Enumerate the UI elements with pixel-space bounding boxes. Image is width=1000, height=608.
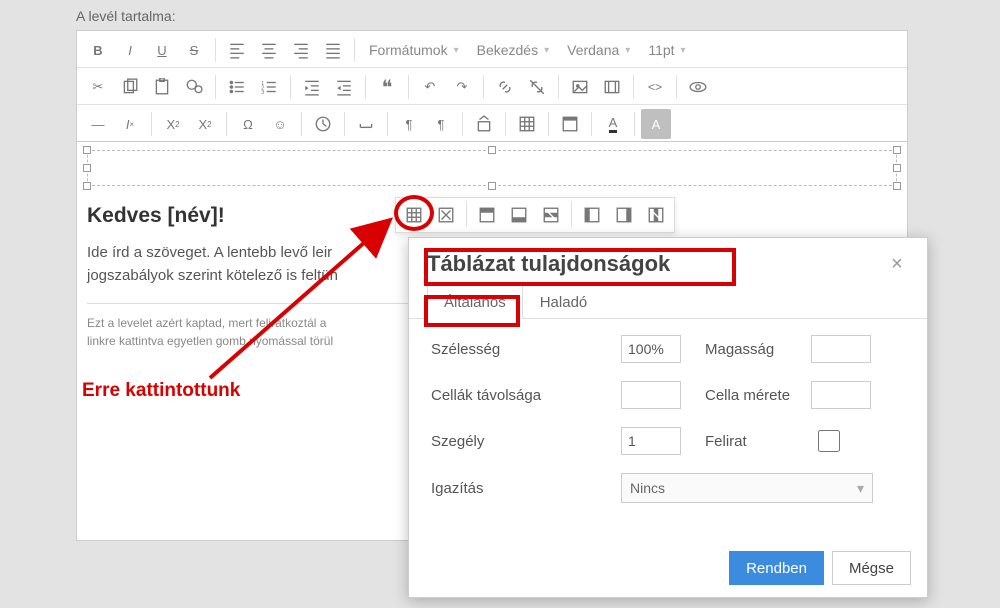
hr-button[interactable]: —: [83, 109, 113, 139]
italic-button[interactable]: I: [115, 35, 145, 65]
dialog-title: Táblázat tulajdonságok: [427, 251, 670, 277]
paragraph-label: Bekezdés: [477, 42, 538, 58]
cellpadding-input[interactable]: [811, 381, 871, 409]
resize-handle[interactable]: [83, 182, 91, 190]
subscript-button[interactable]: X2: [158, 109, 188, 139]
redo-button[interactable]: ↷: [447, 72, 477, 102]
undo-button[interactable]: ↶: [415, 72, 445, 102]
find-button[interactable]: [179, 72, 209, 102]
close-icon: ×: [891, 253, 903, 276]
formats-label: Formátumok: [369, 42, 448, 58]
bgcolor-button[interactable]: A: [641, 109, 671, 139]
height-label: Magasság: [681, 341, 811, 358]
tab-general[interactable]: Általános: [427, 285, 523, 319]
unlink-button[interactable]: [522, 72, 552, 102]
caret-icon: ▾: [857, 480, 864, 497]
copy-button[interactable]: [115, 72, 145, 102]
cellspacing-input[interactable]: [621, 381, 681, 409]
outdent-button[interactable]: [297, 72, 327, 102]
align-left-button[interactable]: [222, 35, 252, 65]
clearformat-button[interactable]: I×: [115, 109, 145, 139]
caret-icon: ▾: [454, 45, 459, 56]
resize-handle[interactable]: [893, 182, 901, 190]
formats-menu[interactable]: Formátumok ▾: [361, 35, 467, 65]
align-center-button[interactable]: [254, 35, 284, 65]
caret-icon: ▾: [625, 45, 630, 56]
nbsp-button[interactable]: [351, 109, 381, 139]
image-button[interactable]: [565, 72, 595, 102]
underline-button[interactable]: U: [147, 35, 177, 65]
preview-button[interactable]: [683, 72, 713, 102]
insert-col-before-button[interactable]: [577, 201, 607, 229]
svg-text:3: 3: [261, 90, 264, 96]
media-button[interactable]: [597, 72, 627, 102]
delete-table-button[interactable]: [431, 201, 461, 229]
datetime-button[interactable]: [308, 109, 338, 139]
fontsize-label: 11pt: [648, 42, 674, 58]
rtl-button[interactable]: ¶: [426, 109, 456, 139]
resize-handle[interactable]: [893, 164, 901, 172]
align-right-button[interactable]: [286, 35, 316, 65]
insert-row-before-button[interactable]: [472, 201, 502, 229]
align-justify-button[interactable]: [318, 35, 348, 65]
align-select[interactable]: Nincs ▾: [621, 473, 873, 503]
resize-handle[interactable]: [83, 164, 91, 172]
resize-handle[interactable]: [488, 182, 496, 190]
toolbar-row-3: — I× X2 X2 Ω ☺ ¶ ¶ A A: [77, 105, 907, 142]
link-button[interactable]: [490, 72, 520, 102]
page-label: A levél tartalma:: [76, 8, 1000, 24]
strike-button[interactable]: S: [179, 35, 209, 65]
caption-checkbox[interactable]: [815, 430, 843, 452]
dialog-close-button[interactable]: ×: [883, 250, 911, 278]
delete-col-button[interactable]: [641, 201, 671, 229]
cancel-button[interactable]: Mégse: [832, 551, 911, 585]
tab-advanced[interactable]: Haladó: [523, 285, 605, 319]
font-label: Verdana: [567, 42, 619, 58]
insert-row-after-button[interactable]: [504, 201, 534, 229]
cellpadding-label: Cella mérete: [681, 387, 811, 404]
align-label: Igazítás: [431, 480, 621, 497]
specialchar-button[interactable]: Ω: [233, 109, 263, 139]
bold-button[interactable]: B: [83, 35, 113, 65]
insert-col-after-button[interactable]: [609, 201, 639, 229]
caret-icon: ▾: [544, 45, 549, 56]
template-button[interactable]: [555, 109, 585, 139]
bullet-list-button[interactable]: [222, 72, 252, 102]
height-input[interactable]: [811, 335, 871, 363]
caption-label: Felirat: [681, 433, 811, 450]
font-menu[interactable]: Verdana ▾: [559, 35, 638, 65]
table-context-toolbar: [395, 197, 675, 233]
border-input[interactable]: [621, 427, 681, 455]
table-properties-button[interactable]: [399, 201, 429, 229]
resize-handle[interactable]: [893, 146, 901, 154]
code-button[interactable]: <>: [640, 72, 670, 102]
selected-table[interactable]: [87, 150, 897, 186]
resize-handle[interactable]: [488, 146, 496, 154]
toolbar-row-2: ✂ 123 ❝ ↶ ↷ <>: [77, 68, 907, 105]
caret-icon: ▾: [681, 45, 686, 56]
textcolor-button[interactable]: A: [598, 109, 628, 139]
indent-button[interactable]: [329, 72, 359, 102]
table-button[interactable]: [512, 109, 542, 139]
superscript-button[interactable]: X2: [190, 109, 220, 139]
ok-button[interactable]: Rendben: [729, 551, 824, 585]
width-label: Szélesség: [431, 341, 621, 358]
border-label: Szegély: [431, 433, 621, 450]
paragraph-menu[interactable]: Bekezdés ▾: [469, 35, 558, 65]
emoji-button[interactable]: ☺: [265, 109, 295, 139]
ltr-button[interactable]: ¶: [394, 109, 424, 139]
number-list-button[interactable]: 123: [254, 72, 284, 102]
cut-button[interactable]: ✂: [83, 72, 113, 102]
anchor-button[interactable]: [469, 109, 499, 139]
align-select-value: Nincs: [630, 480, 665, 496]
paste-button[interactable]: [147, 72, 177, 102]
table-properties-dialog: Táblázat tulajdonságok × Általános Halad…: [408, 237, 928, 598]
delete-row-button[interactable]: [536, 201, 566, 229]
blockquote-button[interactable]: ❝: [372, 72, 402, 102]
fontsize-menu[interactable]: 11pt ▾: [640, 35, 693, 65]
cellspacing-label: Cellák távolsága: [431, 387, 621, 404]
toolbar-row-1: B I U S Formátumok ▾ Bekezdés ▾ Verdana ▾ 1…: [77, 31, 907, 68]
resize-handle[interactable]: [83, 146, 91, 154]
width-input[interactable]: [621, 335, 681, 363]
